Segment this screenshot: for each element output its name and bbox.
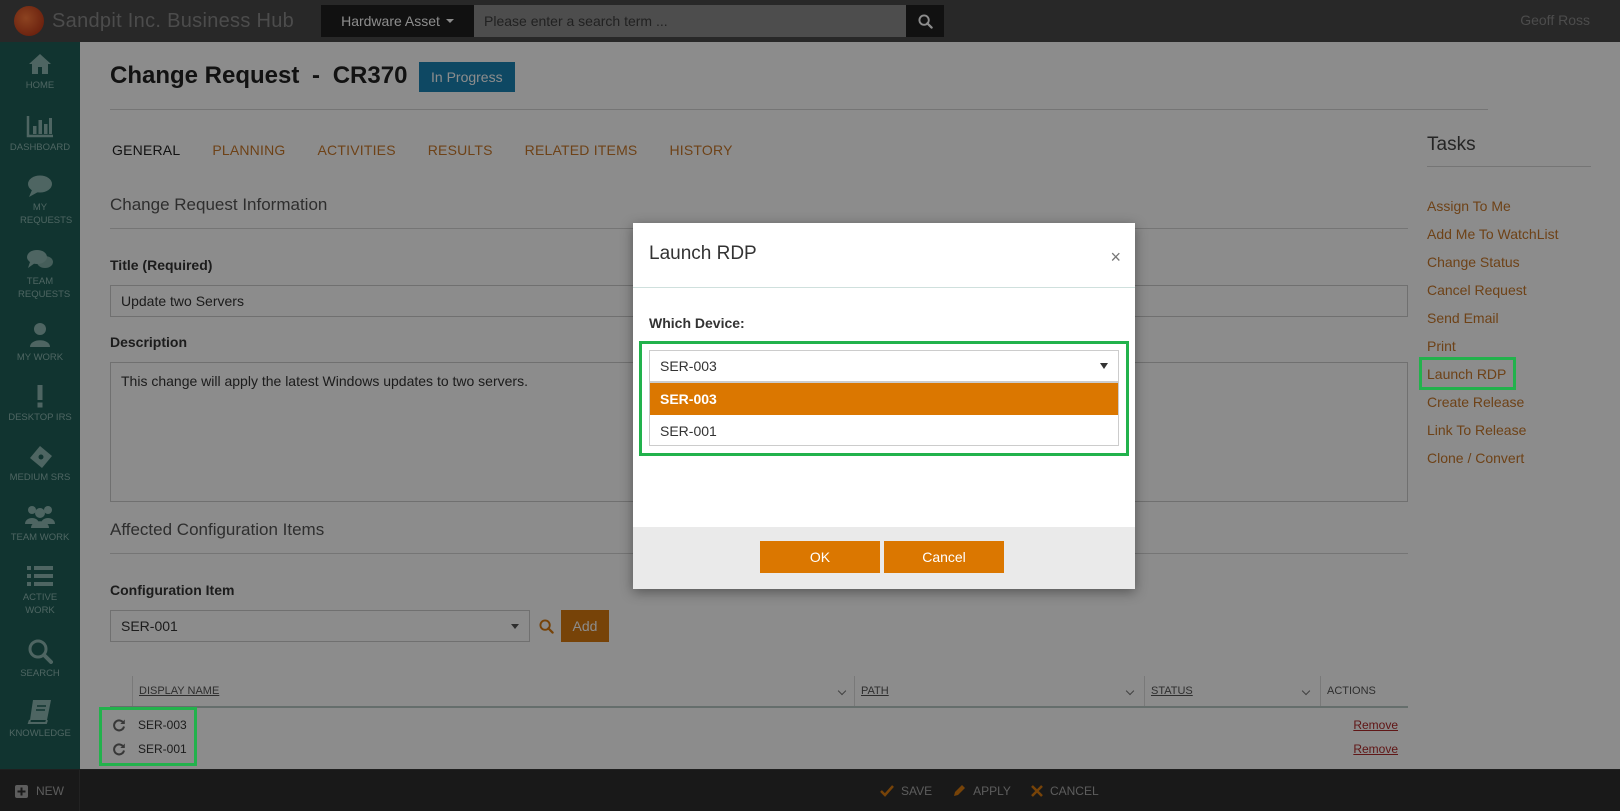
dialog-cancel-button[interactable]: Cancel (884, 541, 1004, 573)
highlight-box-device-select (639, 341, 1129, 456)
dialog-title: Launch RDP (649, 243, 757, 264)
close-icon[interactable]: × (1110, 247, 1121, 268)
launch-rdp-dialog: Launch RDP × Which Device: SER-003 SER-0… (633, 223, 1135, 589)
dialog-footer: OK Cancel (633, 527, 1135, 589)
ok-button[interactable]: OK (760, 541, 880, 573)
divider (633, 287, 1135, 288)
device-label: Which Device: (649, 315, 745, 331)
highlight-box-grid-rows (99, 707, 197, 766)
highlight-box-launch-rdp (1419, 357, 1516, 390)
